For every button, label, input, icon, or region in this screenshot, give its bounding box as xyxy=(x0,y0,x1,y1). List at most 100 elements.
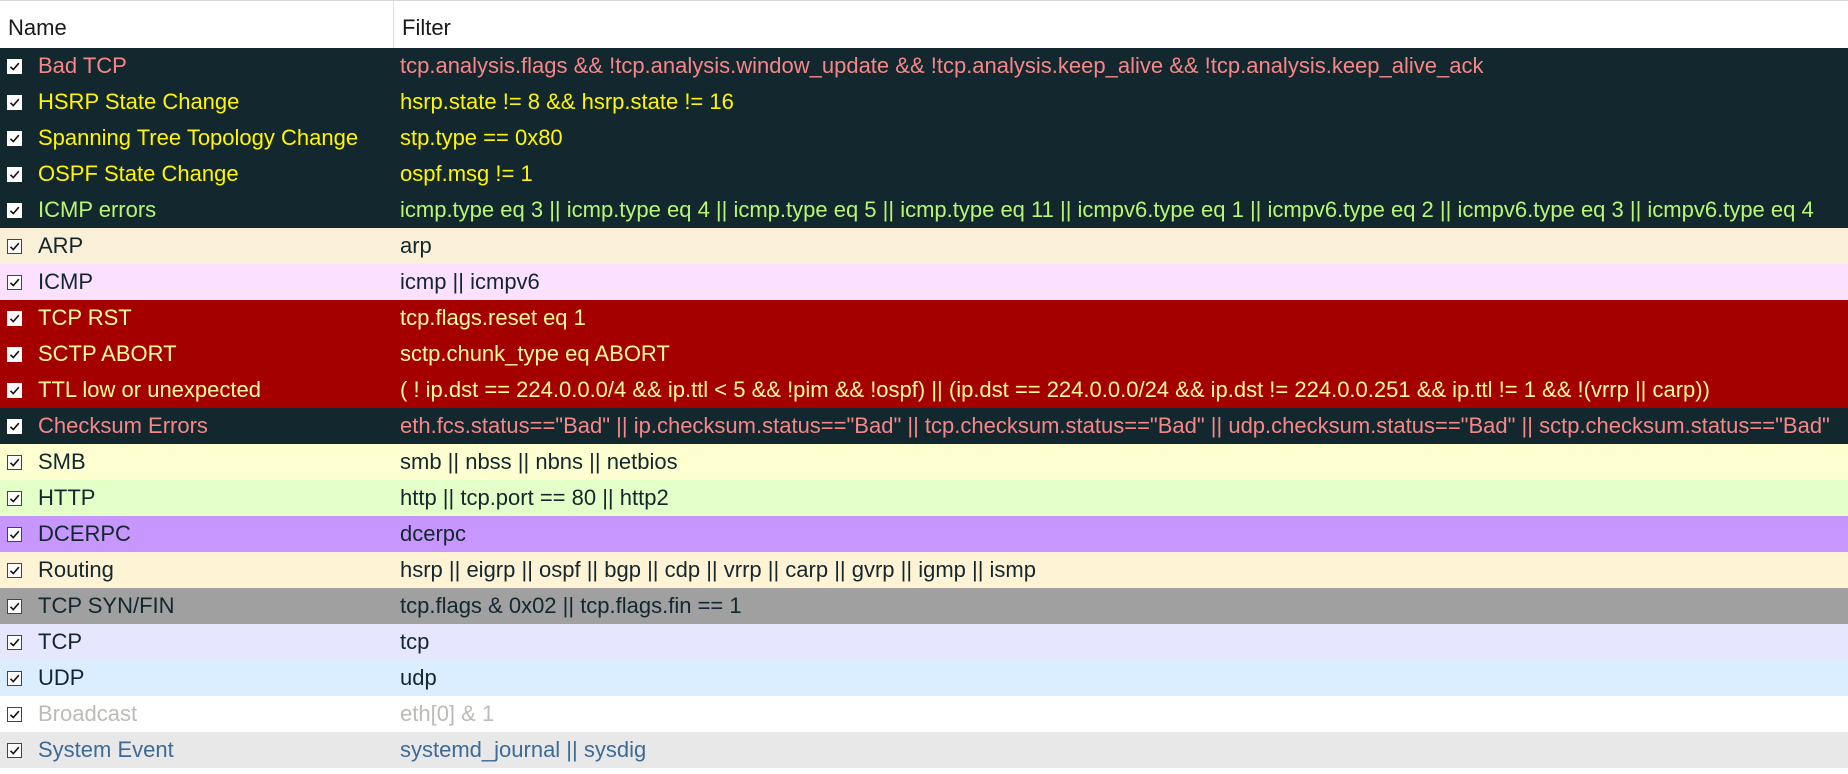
rule-name: DCERPC xyxy=(38,521,131,546)
rule-row[interactable]: UDP udp xyxy=(0,660,1848,696)
rule-row[interactable]: TCP RST tcp.flags.reset eq 1 xyxy=(0,300,1848,336)
rule-enabled-checkbox[interactable] xyxy=(7,707,22,722)
rule-filter: ospf.msg != 1 xyxy=(400,161,533,186)
check-mark-icon xyxy=(9,170,20,179)
rule-filter: smb || nbss || nbns || netbios xyxy=(400,449,678,474)
rule-enabled-checkbox[interactable] xyxy=(7,203,22,218)
check-mark-icon xyxy=(9,530,20,539)
rule-enabled-checkbox[interactable] xyxy=(7,167,22,182)
rule-filter: tcp.flags & 0x02 || tcp.flags.fin == 1 xyxy=(400,593,742,618)
check-mark-icon xyxy=(9,602,20,611)
column-header-filter[interactable]: Filter xyxy=(394,1,1848,48)
rule-filter: systemd_journal || sysdig xyxy=(400,737,647,762)
check-mark-icon xyxy=(9,494,20,503)
rule-row[interactable]: ICMP icmp || icmpv6 xyxy=(0,264,1848,300)
coloring-rules-table: Name Filter Bad TCP tcp.analysis.flags &&… xyxy=(0,0,1848,768)
rule-enabled-checkbox[interactable] xyxy=(7,275,22,290)
check-mark-icon xyxy=(9,566,20,575)
rule-filter: udp xyxy=(400,665,437,690)
rule-name: SCTP ABORT xyxy=(38,341,177,366)
rule-row[interactable]: Bad TCP tcp.analysis.flags && !tcp.analys… xyxy=(0,48,1848,84)
rule-filter: icmp.type eq 3 || icmp.type eq 4 || icmp… xyxy=(400,197,1814,222)
rule-enabled-checkbox[interactable] xyxy=(7,635,22,650)
rule-row[interactable]: OSPF State Change ospf.msg != 1 xyxy=(0,156,1848,192)
rule-row[interactable]: ICMP errors icmp.type eq 3 || icmp.type e… xyxy=(0,192,1848,228)
rule-name: HSRP State Change xyxy=(38,89,240,114)
rule-row[interactable]: SCTP ABORT sctp.chunk_type eq ABORT xyxy=(0,336,1848,372)
rule-name: Routing xyxy=(38,557,114,582)
rule-filter: tcp xyxy=(400,629,430,654)
rule-filter: tcp.flags.reset eq 1 xyxy=(400,305,586,330)
check-mark-icon xyxy=(9,422,20,431)
rule-enabled-checkbox[interactable] xyxy=(7,419,22,434)
rule-enabled-checkbox[interactable] xyxy=(7,59,22,74)
check-mark-icon xyxy=(9,314,20,323)
rule-row[interactable]: ARP arp xyxy=(0,228,1848,264)
rule-row[interactable]: HTTP http || tcp.port == 80 || http2 xyxy=(0,480,1848,516)
rule-enabled-checkbox[interactable] xyxy=(7,743,22,758)
rule-row[interactable]: HSRP State Change hsrp.state != 8 && hsrp… xyxy=(0,84,1848,120)
rule-name: TTL low or unexpected xyxy=(38,377,261,402)
rule-filter: hsrp.state != 8 && hsrp.state != 16 xyxy=(400,89,734,114)
rule-enabled-checkbox[interactable] xyxy=(7,671,22,686)
check-mark-icon xyxy=(9,62,20,71)
check-mark-icon xyxy=(9,242,20,251)
rule-name: TCP RST xyxy=(38,305,132,330)
rule-row[interactable]: Checksum Errors eth.fcs.status=="Bad" || … xyxy=(0,408,1848,444)
rule-row[interactable]: TCP tcp xyxy=(0,624,1848,660)
rule-filter: icmp || icmpv6 xyxy=(400,269,540,294)
rule-row[interactable]: Routing hsrp || eigrp || ospf || bgp || c… xyxy=(0,552,1848,588)
check-mark-icon xyxy=(9,278,20,287)
rule-filter: stp.type == 0x80 xyxy=(400,125,563,150)
rule-name: TCP xyxy=(38,629,82,654)
rule-filter: eth[0] & 1 xyxy=(400,701,495,726)
rule-enabled-checkbox[interactable] xyxy=(7,311,22,326)
check-mark-icon xyxy=(9,458,20,467)
column-header-name[interactable]: Name xyxy=(0,1,394,48)
rule-name: SMB xyxy=(38,449,86,474)
rule-name: ICMP errors xyxy=(38,197,157,222)
rule-enabled-checkbox[interactable] xyxy=(7,95,22,110)
rule-name: ARP xyxy=(38,233,84,258)
rule-enabled-checkbox[interactable] xyxy=(7,491,22,506)
rule-row[interactable]: TTL low or unexpected ( ! ip.dst == 224.0… xyxy=(0,372,1848,408)
table-header: Name Filter xyxy=(0,0,1848,48)
rule-row[interactable]: Spanning Tree Topology Change stp.type ==… xyxy=(0,120,1848,156)
rule-name: System Event xyxy=(38,737,174,762)
rule-name: HTTP xyxy=(38,485,96,510)
rule-row[interactable]: System Event systemd_journal || sysdig xyxy=(0,732,1848,768)
rule-enabled-checkbox[interactable] xyxy=(7,131,22,146)
rule-enabled-checkbox[interactable] xyxy=(7,527,22,542)
rule-enabled-checkbox[interactable] xyxy=(7,599,22,614)
rule-enabled-checkbox[interactable] xyxy=(7,455,22,470)
check-mark-icon xyxy=(9,674,20,683)
rule-row[interactable]: SMB smb || nbss || nbns || netbios xyxy=(0,444,1848,480)
check-mark-icon xyxy=(9,386,20,395)
rule-filter: ( ! ip.dst == 224.0.0.0/4 && ip.ttl < 5 … xyxy=(400,377,1710,402)
rule-name: OSPF State Change xyxy=(38,161,239,186)
rule-filter: eth.fcs.status=="Bad" || ip.checksum.sta… xyxy=(400,413,1830,438)
rule-filter: arp xyxy=(400,233,432,258)
rule-enabled-checkbox[interactable] xyxy=(7,563,22,578)
rule-row[interactable]: Broadcast eth[0] & 1 xyxy=(0,696,1848,732)
rule-name: TCP SYN/FIN xyxy=(38,593,175,618)
check-mark-icon xyxy=(9,350,20,359)
check-mark-icon xyxy=(9,206,20,215)
rule-enabled-checkbox[interactable] xyxy=(7,383,22,398)
check-mark-icon xyxy=(9,98,20,107)
check-mark-icon xyxy=(9,638,20,647)
rule-name: Checksum Errors xyxy=(38,413,208,438)
rule-row[interactable]: TCP SYN/FIN tcp.flags & 0x02 || tcp.flags… xyxy=(0,588,1848,624)
rule-name: Bad TCP xyxy=(38,53,127,78)
rule-enabled-checkbox[interactable] xyxy=(7,347,22,362)
rule-enabled-checkbox[interactable] xyxy=(7,239,22,254)
rules-list: Bad TCP tcp.analysis.flags && !tcp.analys… xyxy=(0,48,1848,768)
rule-name: Broadcast xyxy=(38,701,138,726)
rule-row[interactable]: DCERPC dcerpc xyxy=(0,516,1848,552)
rule-name: Spanning Tree Topology Change xyxy=(38,125,359,150)
check-mark-icon xyxy=(9,746,20,755)
rule-filter: http || tcp.port == 80 || http2 xyxy=(400,485,669,510)
rule-filter: dcerpc xyxy=(400,521,467,546)
rule-filter: tcp.analysis.flags && !tcp.analysis.wind… xyxy=(400,53,1484,78)
rule-name: ICMP xyxy=(38,269,93,294)
